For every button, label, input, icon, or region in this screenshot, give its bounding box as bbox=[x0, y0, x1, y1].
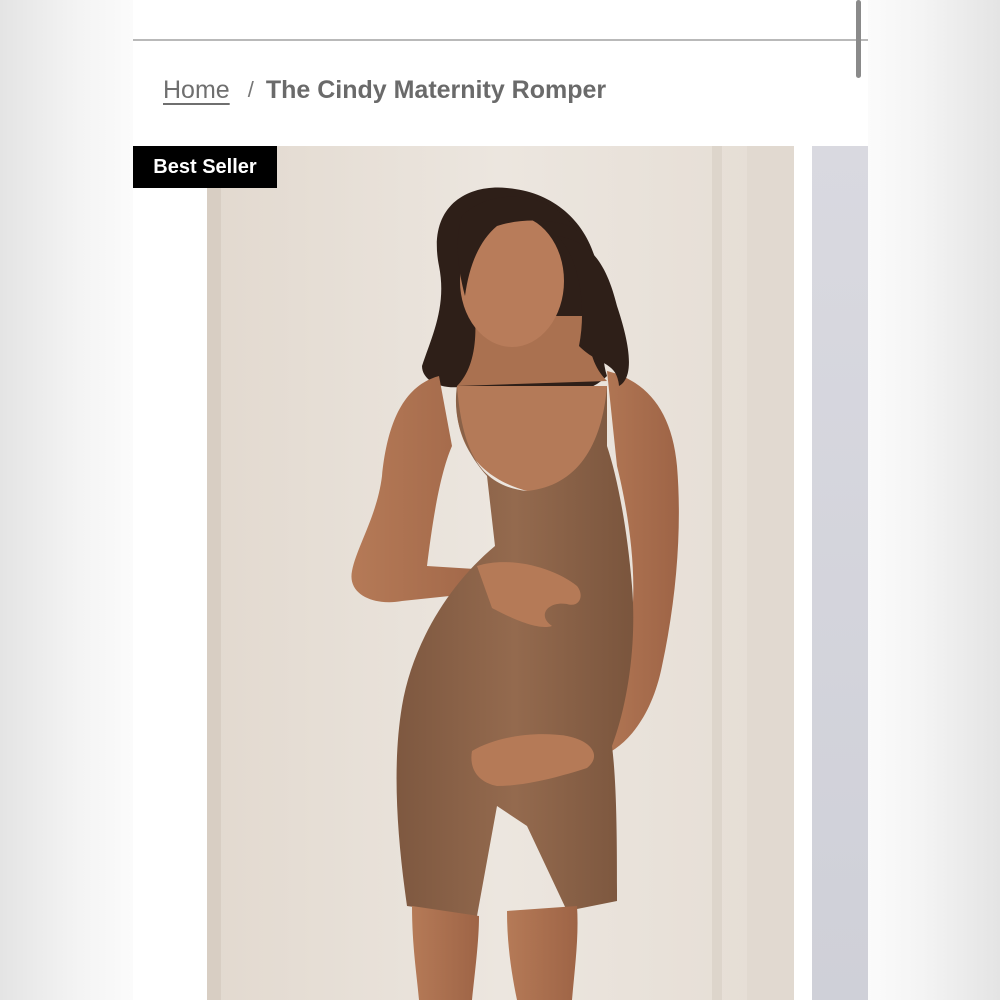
product-page: Home / The Cindy Maternity Romper Best S… bbox=[133, 0, 868, 1000]
best-seller-badge: Best Seller bbox=[133, 146, 277, 188]
scrollbar[interactable] bbox=[856, 0, 861, 78]
gallery-gutter bbox=[133, 146, 207, 1000]
header-divider bbox=[133, 39, 868, 41]
product-image[interactable] bbox=[207, 146, 794, 1000]
breadcrumb-separator: / bbox=[247, 77, 254, 102]
product-photo-illustration bbox=[207, 146, 794, 1000]
next-product-image-peek[interactable] bbox=[812, 146, 868, 1000]
breadcrumb: Home / The Cindy Maternity Romper bbox=[163, 72, 606, 108]
left-backdrop bbox=[0, 0, 133, 1000]
gallery-gutter-right bbox=[794, 146, 812, 1000]
breadcrumb-home-link[interactable]: Home bbox=[163, 76, 230, 105]
breadcrumb-current-page: The Cindy Maternity Romper bbox=[265, 75, 607, 104]
right-backdrop bbox=[868, 0, 1000, 1000]
